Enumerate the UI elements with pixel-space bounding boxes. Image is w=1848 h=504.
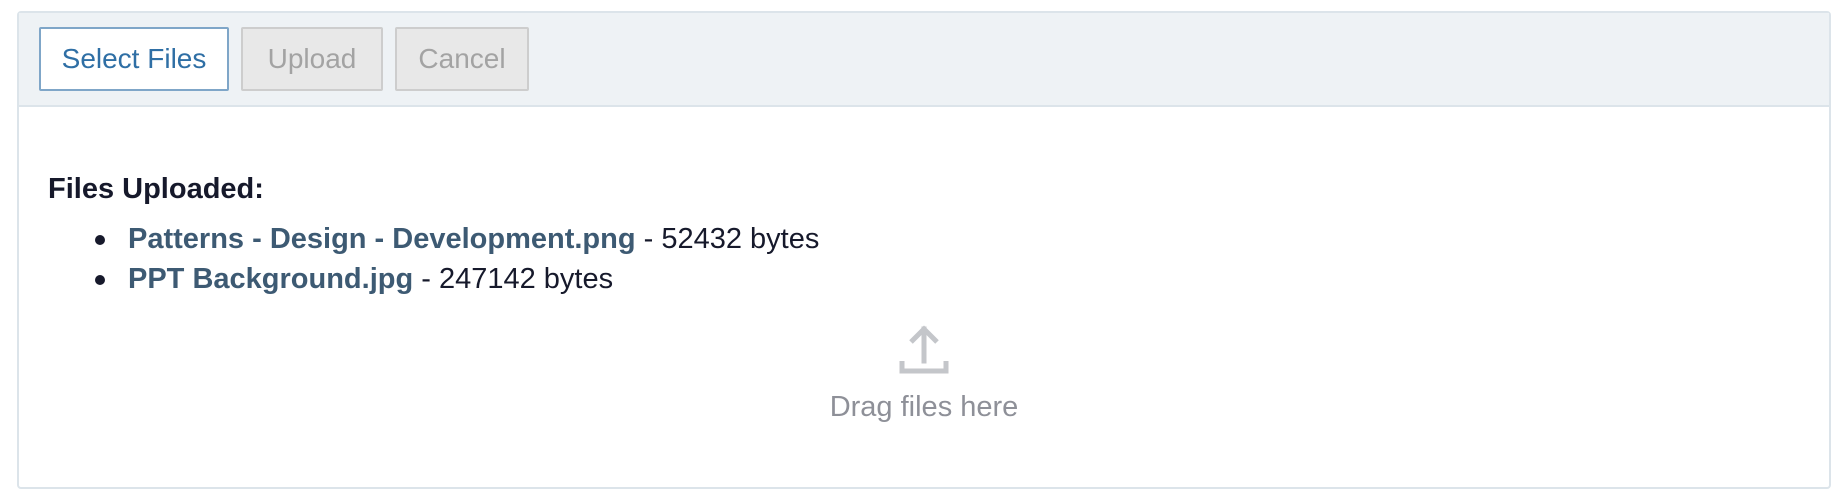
bullet-icon [95,235,105,245]
bullet-icon [95,275,105,285]
drop-zone-text: Drag files here [829,391,1019,423]
file-size: - 52432 bytes [635,223,820,255]
file-uploader: Select Files Upload Cancel Files Uploade… [17,11,1831,489]
list-item: PPT Background.jpg - 247142 bytes [48,259,819,299]
list-item: Patterns - Design - Development.png - 52… [48,219,819,259]
select-files-button[interactable]: Select Files [39,27,229,91]
drop-zone[interactable]: Drag files here [19,325,1829,425]
uploader-toolbar: Select Files Upload Cancel [19,13,1829,107]
file-link[interactable]: Patterns - Design - Development.png [128,223,636,255]
files-uploaded-heading: Files Uploaded: [48,173,264,205]
upload-button[interactable]: Upload [241,27,383,91]
uploader-content: Files Uploaded: Patterns - Design - Deve… [19,107,1829,487]
uploaded-file-list: Patterns - Design - Development.png - 52… [48,219,819,299]
file-link[interactable]: PPT Background.jpg [128,263,413,295]
file-size: - 247142 bytes [413,263,614,295]
upload-icon [899,325,949,374]
cancel-button[interactable]: Cancel [395,27,529,91]
